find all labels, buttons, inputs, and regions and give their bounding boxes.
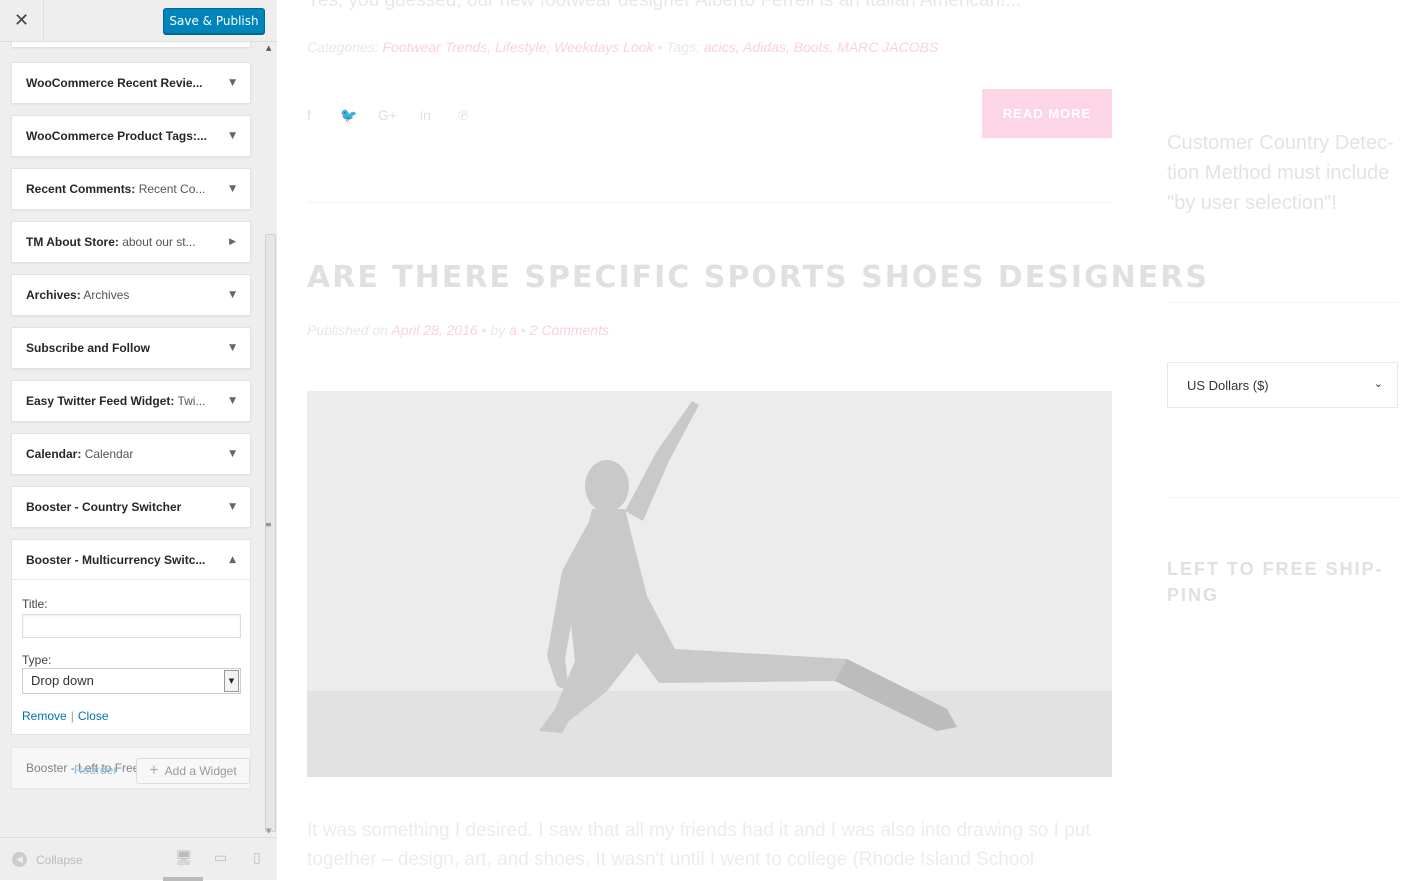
widget-partial-top[interactable]: [11, 42, 251, 48]
country-detection-notice: Customer Country Detec-tion Method must …: [1167, 132, 1394, 214]
post-title[interactable]: ARE THERE SPECIFIC SPORTS SHOES DESIGNER…: [307, 260, 1209, 295]
tablet-preview-icon[interactable]: ▭: [214, 850, 227, 866]
active-device-indicator: [163, 877, 203, 881]
close-icon[interactable]: ✕: [0, 0, 44, 41]
add-widget-button[interactable]: + Add a Widget: [136, 758, 250, 784]
scrollbar-grip-icon: ≡: [265, 520, 272, 529]
sidebar-divider: [1167, 302, 1399, 303]
categories-label: Categories:: [307, 39, 379, 55]
post-divider: [307, 202, 1112, 203]
dropdown-arrow-icon[interactable]: ▼: [224, 670, 239, 692]
mobile-preview-icon[interactable]: ▯: [253, 850, 261, 866]
type-select-value: Drop down: [31, 673, 94, 688]
widget-actions: Remove | Close: [22, 709, 109, 723]
reorder-link[interactable]: Reorder: [74, 763, 117, 777]
post-meta: Published on April 28, 2016 • by a • 2 C…: [307, 322, 609, 338]
widget-title: Easy Twitter Feed Widget: Twi...: [26, 394, 206, 408]
published-label: Published on: [307, 322, 388, 338]
chevron-down-icon[interactable]: ⌄: [1374, 377, 1383, 390]
plus-icon: +: [149, 762, 159, 779]
widget-header[interactable]: Booster - Multicurrency Switc... ▲: [12, 540, 250, 580]
toggle-arrow-icon[interactable]: ▼: [229, 290, 236, 300]
widget-title: WooCommerce Product Tags:...: [26, 129, 207, 143]
author-link[interactable]: a: [509, 322, 517, 338]
widget-calendar[interactable]: Calendar: Calendar ▼: [11, 433, 251, 475]
facebook-icon[interactable]: f: [307, 107, 311, 123]
widget-booster-country-switcher[interactable]: Booster - Country Switcher ▼: [11, 486, 251, 528]
toggle-arrow-icon[interactable]: ▼: [229, 184, 236, 194]
customizer-footer: ◀ Collapse 🖥 ▭ ▯: [0, 837, 277, 881]
published-date[interactable]: April 28, 2016: [391, 322, 477, 338]
sidebar-divider: [1167, 497, 1399, 498]
sidebar-scrollbar[interactable]: ▲ ≡ ▼: [263, 42, 277, 837]
toggle-arrow-icon[interactable]: ▼: [229, 131, 236, 141]
toggle-arrow-icon[interactable]: ▼: [229, 78, 236, 88]
widget-woocommerce-recent-reviews[interactable]: WooCommerce Recent Revie... ▼: [11, 62, 251, 104]
toggle-arrow-icon[interactable]: ▼: [229, 343, 236, 353]
tags-label: Tags:: [666, 39, 700, 55]
widget-booster-multicurrency-switcher: Booster - Multicurrency Switc... ▲ Title…: [11, 539, 251, 735]
widget-title: Subscribe and Follow: [26, 341, 151, 355]
save-publish-button[interactable]: Save & Publish: [163, 8, 265, 34]
title-label: Title:: [22, 597, 48, 611]
widget-list: WooCommerce Recent Revie... ▼ WooCommerc…: [0, 42, 263, 837]
customizer-sidebar: ✕ Save & Publish WooCommerce Recent Revi…: [0, 0, 277, 881]
widget-subscribe-follow[interactable]: Subscribe and Follow ▼: [11, 327, 251, 369]
meta-bullet: •: [657, 39, 663, 55]
post-body-text: It was something I desired. I saw that a…: [307, 820, 1091, 870]
google-plus-icon[interactable]: G+: [378, 107, 397, 123]
post-featured-image[interactable]: [307, 391, 1112, 777]
currency-select-value: US Dollars ($): [1187, 378, 1269, 393]
widget-tm-about-store[interactable]: TM About Store: about our st... ▶: [11, 221, 251, 263]
desktop-preview-icon[interactable]: 🖥: [175, 850, 193, 866]
scrollbar-thumb[interactable]: [265, 234, 276, 832]
remove-link[interactable]: Remove: [22, 709, 67, 723]
post-taxonomy: Categories: Footwear Trends, Lifestyle, …: [307, 39, 938, 55]
post-excerpt: Yes, you guessed, our new footwear desig…: [307, 0, 1022, 11]
customizer-header: ✕ Save & Publish: [0, 0, 277, 42]
collapse-button[interactable]: ◀ Collapse: [12, 852, 83, 867]
widget-title: Booster - Country Switcher: [26, 500, 182, 514]
free-shipping-heading: LEFT TO FREE SHIP-PING: [1167, 559, 1384, 605]
separator: |: [70, 709, 74, 723]
meta-bullet: •: [481, 322, 487, 338]
collapse-icon: ◀: [12, 852, 27, 867]
twitter-icon[interactable]: 🐦: [340, 107, 357, 124]
currency-select[interactable]: US Dollars ($) ⌄: [1167, 362, 1398, 408]
toggle-arrow-icon[interactable]: ▼: [229, 449, 236, 459]
widget-easy-twitter-feed[interactable]: Easy Twitter Feed Widget: Twi... ▼: [11, 380, 251, 422]
title-input[interactable]: [22, 614, 241, 638]
toggle-arrow-icon[interactable]: ▼: [229, 502, 236, 512]
widget-recent-comments[interactable]: Recent Comments: Recent Co... ▼: [11, 168, 251, 210]
by-label: by: [490, 322, 506, 338]
close-link[interactable]: Close: [78, 709, 109, 723]
type-label: Type:: [22, 653, 52, 667]
linkedin-icon[interactable]: in: [420, 107, 431, 123]
widget-title: Booster - Multicurrency Switc...: [26, 553, 206, 567]
comments-link[interactable]: 2 Comments: [530, 322, 609, 338]
widget-title: Calendar: Calendar: [26, 447, 134, 461]
widget-archives[interactable]: Archives: Archives ▼: [11, 274, 251, 316]
widget-title: TM About Store: about our st...: [26, 235, 196, 249]
widget-title: Archives: Archives: [26, 288, 130, 302]
tags-links[interactable]: acics, Adidas, Boots, MARC JACOBS: [704, 39, 938, 55]
scroll-down-icon[interactable]: ▼: [266, 827, 271, 835]
widget-title: Recent Comments: Recent Co...: [26, 182, 206, 196]
athlete-illustration: [307, 391, 1112, 777]
toggle-arrow-icon[interactable]: ▼: [229, 396, 236, 406]
categories-links[interactable]: Footwear Trends, Lifestyle, Weekdays Loo…: [382, 39, 653, 55]
type-select[interactable]: Drop down ▼: [22, 668, 241, 694]
widget-title: WooCommerce Recent Revie...: [26, 76, 203, 90]
collapse-label: Collapse: [36, 852, 83, 867]
pinterest-icon[interactable]: ℗: [458, 107, 468, 123]
read-more-button[interactable]: READ MORE: [982, 89, 1112, 138]
scroll-up-icon[interactable]: ▲: [266, 44, 271, 52]
add-widget-label: Add a Widget: [164, 764, 237, 778]
collapse-arrow-icon[interactable]: ▲: [229, 555, 236, 565]
site-preview: Yes, you guessed, our new footwear desig…: [277, 0, 1425, 880]
widget-woocommerce-product-tags[interactable]: WooCommerce Product Tags:... ▼: [11, 115, 251, 157]
toggle-arrow-icon[interactable]: ▶: [229, 237, 236, 247]
meta-bullet: •: [520, 322, 526, 338]
